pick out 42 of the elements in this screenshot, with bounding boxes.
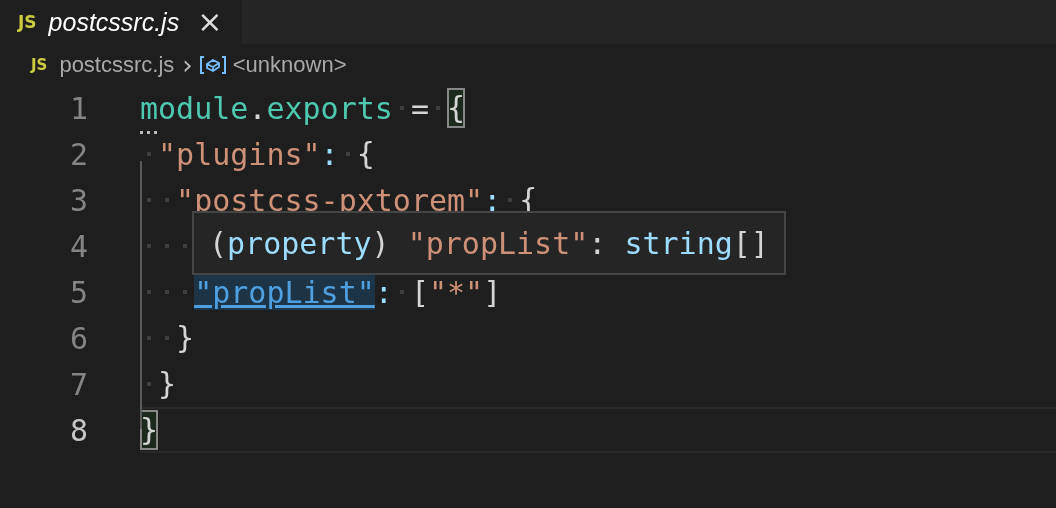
code-token: :	[588, 225, 608, 261]
file-type-icon: JS	[18, 12, 37, 32]
brace: }	[140, 410, 159, 450]
editor-tab[interactable]: JS postcssrc.js ×	[0, 0, 243, 44]
symbol-icon	[198, 54, 227, 75]
code-token: []	[732, 225, 769, 261]
code-token: :	[320, 136, 339, 172]
code-token: :	[483, 182, 502, 218]
code-token: =	[410, 90, 429, 126]
code-token: "plugins"	[158, 136, 321, 172]
code-token: "postcss-pxtorem"	[176, 182, 484, 218]
brace: }	[176, 319, 195, 357]
file-type-icon: JS	[31, 55, 48, 74]
code-token: .	[248, 90, 267, 126]
code-token: :	[374, 274, 393, 310]
line-number: 1	[68, 90, 88, 126]
ellipsis-icon	[140, 131, 160, 135]
brace: {	[356, 135, 375, 173]
chevron-icon: ›	[182, 49, 193, 80]
line-number: 8	[68, 412, 88, 448]
link[interactable]: "propList"	[194, 274, 375, 310]
code-token: exports	[266, 90, 393, 126]
code-token: )	[371, 225, 391, 261]
keyword: string	[624, 225, 733, 261]
line-number: 4	[68, 228, 88, 264]
breadcrumb-item[interactable]: <unknown>	[232, 51, 347, 78]
code-token: module	[140, 90, 249, 126]
breadcrumb-item[interactable]: postcssrc.js	[59, 51, 175, 78]
line-number: 7	[68, 366, 88, 402]
brace: {	[447, 88, 466, 128]
keyword: property	[227, 225, 372, 261]
code-token: "propList"	[407, 225, 589, 261]
code-token: [	[410, 274, 429, 310]
code-token: "*"	[428, 274, 484, 310]
close-button[interactable]: ×	[197, 7, 223, 37]
code-token: (	[209, 225, 228, 261]
line-number: 2	[68, 136, 88, 172]
line-number: 3	[68, 182, 88, 218]
brace: }	[158, 365, 177, 403]
line-number: 6	[68, 320, 88, 356]
code-token: ]	[483, 274, 502, 310]
line-number: 5	[68, 274, 88, 310]
